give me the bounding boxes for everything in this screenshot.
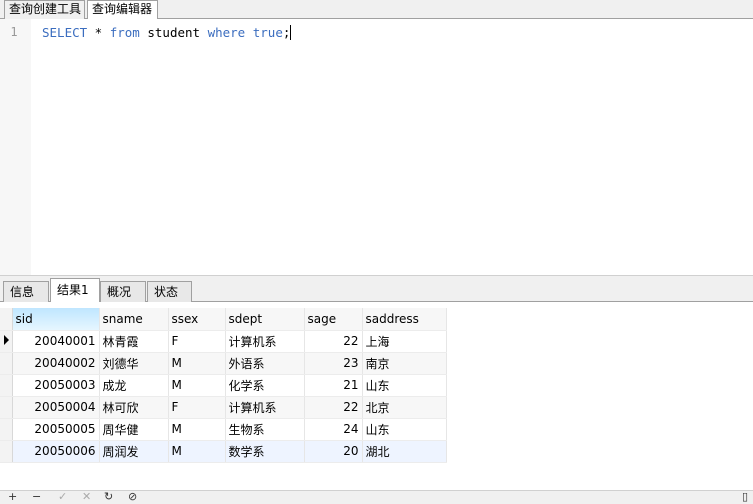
tab-info[interactable]: 信息 bbox=[3, 281, 49, 302]
cell-sid[interactable]: 20050004 bbox=[12, 396, 100, 419]
cell-saddress[interactable]: 山东 bbox=[362, 418, 447, 441]
cell-sage[interactable]: 20 bbox=[304, 440, 363, 463]
cell-ssex[interactable]: M bbox=[168, 440, 226, 463]
table-row[interactable]: 20050004 林可欣 F 计算机系 22 北京 bbox=[0, 396, 447, 419]
sql-code-line[interactable]: SELECT * from student where true; bbox=[42, 25, 292, 40]
cell-sid[interactable]: 20050005 bbox=[12, 418, 100, 441]
row-indicator[interactable] bbox=[0, 374, 13, 397]
current-row-arrow-icon bbox=[4, 335, 9, 345]
cell-sdept[interactable]: 生物系 bbox=[225, 418, 305, 441]
keyword-where: where bbox=[207, 25, 246, 40]
column-header-sname[interactable]: sname bbox=[99, 308, 169, 331]
sql-editor[interactable]: 1 SELECT * from student where true; bbox=[0, 19, 753, 276]
cell-ssex[interactable]: M bbox=[168, 374, 226, 397]
cancel-icon[interactable]: ✕ bbox=[82, 491, 91, 503]
cell-saddress[interactable]: 湖北 bbox=[362, 440, 447, 463]
table-row[interactable]: 20050003 成龙 M 化学系 21 山东 bbox=[0, 374, 447, 397]
row-indicator[interactable] bbox=[0, 440, 13, 463]
table-row[interactable]: 20040001 林青霞 F 计算机系 22 上海 bbox=[0, 330, 447, 353]
cell-sage[interactable]: 24 bbox=[304, 418, 363, 441]
cell-sage[interactable]: 22 bbox=[304, 330, 363, 353]
row-indicator[interactable] bbox=[0, 330, 13, 353]
cell-sname[interactable]: 周润发 bbox=[99, 440, 169, 463]
line-number-gutter: 1 bbox=[0, 19, 31, 275]
cell-sname[interactable]: 林可欣 bbox=[99, 396, 169, 419]
keyword-from: from bbox=[109, 25, 140, 40]
row-indicator[interactable] bbox=[0, 396, 13, 419]
column-header-saddress[interactable]: saddress bbox=[362, 308, 447, 331]
column-header-sdept[interactable]: sdept bbox=[225, 308, 305, 331]
tab-query-builder[interactable]: 查询创建工具 bbox=[4, 0, 85, 19]
star-token: * bbox=[87, 25, 110, 40]
cell-ssex[interactable]: F bbox=[168, 396, 226, 419]
grid-view-icon[interactable]: ▯ bbox=[742, 491, 748, 503]
keyword-select: SELECT bbox=[42, 25, 88, 40]
cell-saddress[interactable]: 山东 bbox=[362, 374, 447, 397]
cell-ssex[interactable]: F bbox=[168, 330, 226, 353]
tab-profile[interactable]: 概况 bbox=[100, 281, 146, 302]
cell-sage[interactable]: 21 bbox=[304, 374, 363, 397]
grid-header-row: sid sname ssex sdept sage saddress bbox=[0, 308, 447, 331]
table-row[interactable]: 20040002 刘德华 M 外语系 23 南京 bbox=[0, 352, 447, 375]
cell-sid[interactable]: 20050006 bbox=[12, 440, 100, 463]
tab-query-editor[interactable]: 查询编辑器 bbox=[87, 0, 158, 20]
refresh-icon[interactable]: ↻ bbox=[104, 491, 113, 503]
cell-saddress[interactable]: 南京 bbox=[362, 352, 447, 375]
row-indicator[interactable] bbox=[0, 352, 13, 375]
cell-sname[interactable]: 林青霞 bbox=[99, 330, 169, 353]
cell-sdept[interactable]: 外语系 bbox=[225, 352, 305, 375]
query-tab-bar: 查询创建工具 查询编辑器 bbox=[0, 0, 753, 20]
result-grid: sid sname ssex sdept sage saddress 20040… bbox=[0, 308, 447, 463]
column-header-sid[interactable]: sid bbox=[12, 308, 100, 331]
row-indicator[interactable] bbox=[0, 418, 13, 441]
cell-sdept[interactable]: 化学系 bbox=[225, 374, 305, 397]
add-record-icon[interactable]: + bbox=[8, 491, 17, 503]
cell-saddress[interactable]: 北京 bbox=[362, 396, 447, 419]
delete-record-icon[interactable]: − bbox=[32, 491, 41, 503]
keyword-true: true bbox=[252, 25, 283, 40]
cell-sname[interactable]: 周华健 bbox=[99, 418, 169, 441]
cell-sid[interactable]: 20040002 bbox=[12, 352, 100, 375]
cell-sid[interactable]: 20050003 bbox=[12, 374, 100, 397]
cell-sname[interactable]: 刘德华 bbox=[99, 352, 169, 375]
cell-saddress[interactable]: 上海 bbox=[362, 330, 447, 353]
cell-sdept[interactable]: 计算机系 bbox=[225, 330, 305, 353]
text-caret bbox=[290, 25, 292, 40]
cell-sdept[interactable]: 计算机系 bbox=[225, 396, 305, 419]
row-indicator-header bbox=[0, 308, 13, 331]
apply-icon[interactable]: ✓ bbox=[58, 491, 67, 503]
cell-sage[interactable]: 23 bbox=[304, 352, 363, 375]
cell-sdept[interactable]: 数学系 bbox=[225, 440, 305, 463]
cell-sname[interactable]: 成龙 bbox=[99, 374, 169, 397]
cell-ssex[interactable]: M bbox=[168, 352, 226, 375]
line-number: 1 bbox=[10, 25, 18, 39]
stop-icon[interactable]: ⊘ bbox=[128, 491, 137, 503]
cell-sid[interactable]: 20040001 bbox=[12, 330, 100, 353]
tab-status[interactable]: 状态 bbox=[147, 281, 192, 302]
table-row[interactable]: 20050006 周润发 M 数学系 20 湖北 bbox=[0, 440, 447, 463]
cell-sage[interactable]: 22 bbox=[304, 396, 363, 419]
table-name-token: student bbox=[139, 25, 208, 40]
result-grid-area: sid sname ssex sdept sage saddress 20040… bbox=[0, 302, 753, 492]
table-row[interactable]: 20050005 周华健 M 生物系 24 山东 bbox=[0, 418, 447, 441]
result-tab-bar: 信息 结果1 概况 状态 bbox=[0, 278, 753, 303]
tab-result1[interactable]: 结果1 bbox=[50, 278, 100, 303]
semicolon-token: ; bbox=[282, 25, 291, 40]
column-header-ssex[interactable]: ssex bbox=[168, 308, 226, 331]
column-header-sage[interactable]: sage bbox=[304, 308, 363, 331]
record-toolbar: + − ✓ ✕ ↻ ⊘ ▯ bbox=[0, 490, 753, 504]
cell-ssex[interactable]: M bbox=[168, 418, 226, 441]
